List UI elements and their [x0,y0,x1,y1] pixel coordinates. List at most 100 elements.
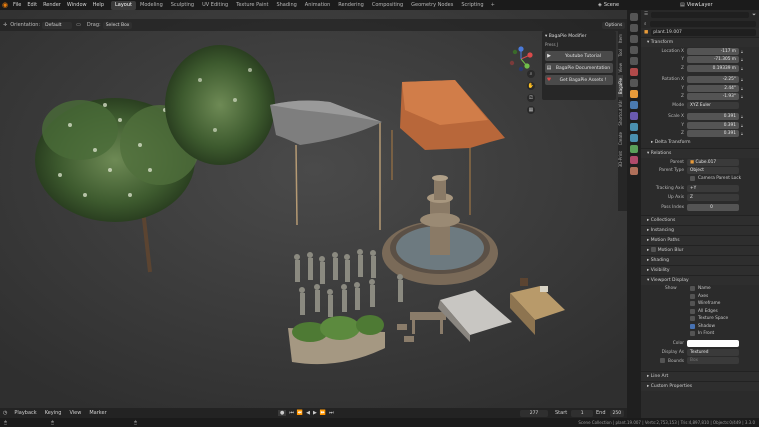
checkbox[interactable] [690,286,695,292]
material-tab-icon[interactable] [630,156,638,164]
workspace-tab-texture-paint[interactable]: Texture Paint [232,1,272,10]
checkbox[interactable] [690,176,695,182]
modifier-tab-icon[interactable] [630,101,638,109]
sidebar-tab-shortcut-vur[interactable]: Shortcut VUr [618,97,623,129]
up-axis-dropdown[interactable]: Z [687,193,739,201]
menu-help[interactable]: Help [90,2,107,8]
jump-end-icon[interactable]: ⏭ [329,410,334,416]
workspace-tab-layout[interactable]: Layout [111,0,136,10]
filter-icon[interactable]: ⏷ [752,12,756,18]
drag-dropdown[interactable]: Select Box [102,21,133,29]
shading-section-header[interactable]: ▸ Shading [641,255,759,265]
transform-section-header[interactable]: ▾ Transform [641,37,759,47]
show-axes-row[interactable]: Axes [641,293,759,301]
object-name-field[interactable]: plant.19.007 [651,29,756,36]
timeline-menu-marker[interactable]: Marker [85,410,110,416]
instancing-section-header[interactable]: ▸ Instancing [641,225,759,235]
play-icon[interactable]: ▶ [313,410,317,416]
motion-blur-checkbox[interactable] [650,247,656,252]
scene-tab-icon[interactable] [630,57,638,65]
collections-section-header[interactable]: ▸ Collections [641,215,759,225]
render-tab-icon[interactable] [630,24,638,32]
physics-tab-icon[interactable] [630,123,638,131]
pass-index-field[interactable]: 0 [687,204,739,212]
particles-tab-icon[interactable] [630,112,638,120]
rotation-y-field[interactable]: 2.44° [687,84,739,92]
sidebar-tab-item[interactable]: Item [618,31,623,46]
options-dropdown[interactable]: Options [602,21,626,29]
show-wireframe-row[interactable]: Wireframe [641,300,759,308]
record-icon[interactable]: ● [278,410,287,416]
motion-blur-section-header[interactable]: ▸ Motion Blur [641,245,759,255]
workspace-tab-modeling[interactable]: Modeling [136,1,167,10]
lock-icon[interactable]: 🔒︎ [739,86,745,91]
display-as-dropdown[interactable]: Textured [687,348,739,356]
checkbox[interactable] [690,308,695,314]
select-mode-icon[interactable]: ▭ [74,22,83,28]
tracking-axis-dropdown[interactable]: +Y [687,185,739,193]
sidebar-tab-bagapie[interactable]: BagaPie [618,75,623,98]
lock-icon[interactable]: 🔒︎ [739,49,745,54]
youtube-tutorial-button[interactable]: ▶ Youtube Tutorial [545,51,613,61]
show-all-edges-row[interactable]: All Edges [641,308,759,316]
current-frame-field[interactable]: 277 [520,409,548,417]
navigation-gizmo[interactable] [508,46,534,72]
data-tab-icon[interactable] [630,145,638,153]
lock-icon[interactable]: 🔒︎ [739,77,745,82]
checkbox[interactable] [690,301,695,307]
color-swatch[interactable] [687,340,739,348]
menu-render[interactable]: Render [40,2,64,8]
tool-tab-icon[interactable] [630,13,638,21]
timeline-menu-playback[interactable]: Playback [10,410,40,416]
line-art-section-header[interactable]: ▸ Line Art [641,371,759,381]
show-texture-space-row[interactable]: Texture Space [641,315,759,323]
get-bagapie-assets-button[interactable]: ♥ Get BagaPie Assets ! [545,75,613,85]
parent-field[interactable]: ■ Cube.017 [687,158,739,166]
sidebar-tab-3d-print[interactable]: 3D-Print [618,148,623,170]
lock-icon[interactable]: 🔒︎ [739,123,745,128]
workspace-add-button[interactable]: + [488,2,498,8]
object-tab-icon[interactable] [630,90,638,98]
bounds-checkbox[interactable] [660,357,665,363]
menu-window[interactable]: Window [64,2,90,8]
perspective-grid-icon[interactable]: ▦ [527,106,535,114]
location-z-field[interactable]: 0.19339 m [687,64,739,72]
parent-type-dropdown[interactable]: Object [687,167,739,175]
checkbox[interactable] [690,316,695,322]
transform-tool-icon[interactable]: ✛ [0,22,10,28]
output-tab-icon[interactable] [630,35,638,43]
workspace-tab-sculpting[interactable]: Sculpting [167,1,198,10]
camera-parent-lock-row[interactable]: Camera Parent Lock [641,175,759,183]
show-in-front-row[interactable]: In Front [641,330,759,338]
sidebar-tab-create[interactable]: Create [618,129,623,148]
orientation-dropdown[interactable]: Default [42,21,73,29]
zoom-icon[interactable]: ⌕ [527,70,535,78]
rotation-mode-dropdown[interactable]: XYZ Euler [687,101,739,109]
visibility-section-header[interactable]: ▸ Visibility [641,265,759,275]
workspace-tab-geometry-nodes[interactable]: Geometry Nodes [407,1,457,10]
view-layer-tab-icon[interactable] [630,46,638,54]
texture-tab-icon[interactable] [630,167,638,175]
sidebar-tab-tool[interactable]: Tool [618,46,623,60]
outliner-editor-icon[interactable]: ☰ [644,12,648,17]
lock-icon[interactable]: 🔒︎ [739,57,745,62]
collection-tab-icon[interactable] [630,79,638,87]
show-shadow-row[interactable]: Shadow [641,323,759,331]
bounds-dropdown[interactable]: Box [687,357,739,365]
lock-icon[interactable]: 🔒︎ [739,94,745,99]
workspace-tab-compositing[interactable]: Compositing [368,1,407,10]
custom-properties-section-header[interactable]: ▸ Custom Properties [641,381,759,391]
outliner-search-input[interactable] [651,11,750,18]
menu-file[interactable]: File [10,2,24,8]
rotation-z-field[interactable]: -1.93° [687,93,739,101]
scene-selector[interactable]: ◈ Scene [598,2,619,8]
workspace-tab-animation[interactable]: Animation [301,1,335,10]
sidebar-tab-view[interactable]: View [618,60,623,76]
blender-logo-icon[interactable]: ◉ [0,1,10,9]
timeline-editor-icon[interactable]: ◷ [0,410,10,416]
end-frame-field[interactable]: 250 [609,409,624,417]
bagapie-documentation-button[interactable]: ▤ BagaPie Documentation [545,63,613,73]
lock-icon[interactable]: 🔒︎ [739,66,745,71]
scale-x-field[interactable]: 0.391 [687,113,739,121]
viewport-display-section-header[interactable]: ▾ Viewport Display [641,275,759,285]
